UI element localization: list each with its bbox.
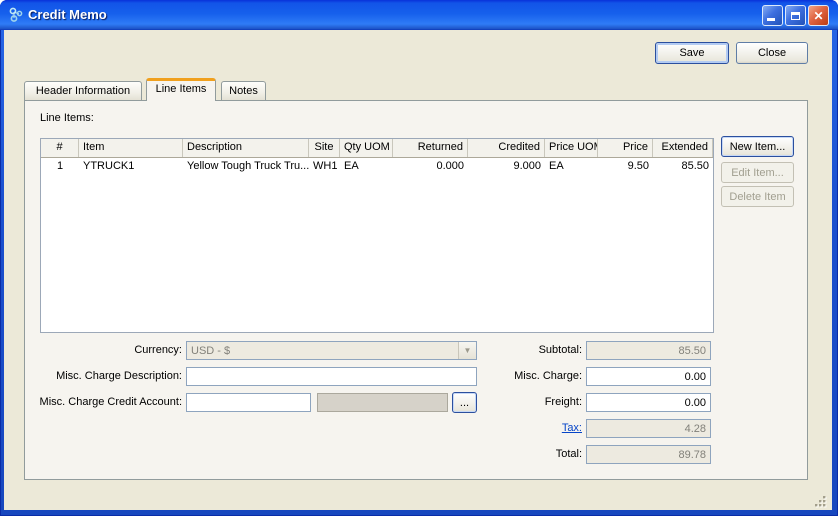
- line-items-section-label: Line Items:: [40, 112, 94, 124]
- close-icon: ✕: [813, 9, 823, 23]
- table-header-row: #ItemDescriptionSiteQty UOMReturnedCredi…: [41, 139, 713, 158]
- column-header-description[interactable]: Description: [183, 139, 309, 157]
- edit-item-button: Edit Item...: [721, 162, 794, 183]
- close-button[interactable]: Close: [736, 42, 808, 64]
- titlebar[interactable]: Credit Memo ✕: [0, 0, 838, 30]
- column-header-price[interactable]: Price: [598, 139, 653, 157]
- column-header-extended[interactable]: Extended: [653, 139, 713, 157]
- tab-line-items[interactable]: Line Items: [146, 78, 216, 101]
- cell-: 1: [41, 158, 79, 176]
- cell-credited: 9.000: [468, 158, 545, 176]
- credit-memo-window: Credit Memo ✕ Save Close Header Informat…: [0, 0, 838, 516]
- cell-qty-uom: EA: [340, 158, 393, 176]
- cell-description: Yellow Tough Truck Tru...: [183, 158, 309, 176]
- column-header-item[interactable]: Item: [79, 139, 183, 157]
- cell-site: WH1: [309, 158, 340, 176]
- misc-charge-field[interactable]: [586, 367, 711, 386]
- freight-field[interactable]: [586, 393, 711, 412]
- total-label: Total:: [430, 448, 582, 460]
- cell-extended: 85.50: [653, 158, 713, 176]
- misc-charge-description-label: Misc. Charge Description:: [24, 370, 182, 382]
- delete-item-button: Delete Item: [721, 186, 794, 207]
- window-title: Credit Memo: [28, 7, 107, 22]
- close-window-button[interactable]: ✕: [808, 5, 829, 26]
- column-header-qty-uom[interactable]: Qty UOM: [340, 139, 393, 157]
- minimize-icon: [767, 18, 775, 21]
- tab-header-information[interactable]: Header Information: [24, 81, 142, 100]
- resize-grip[interactable]: [812, 493, 827, 508]
- save-button[interactable]: Save: [655, 42, 729, 64]
- cell-returned: 0.000: [393, 158, 468, 176]
- table-row[interactable]: 1YTRUCK1Yellow Tough Truck Tru...WH1EA0.…: [41, 158, 713, 176]
- tax-label-link[interactable]: Tax:: [430, 422, 582, 434]
- column-header-price-uom[interactable]: Price UOM: [545, 139, 598, 157]
- tab-notes[interactable]: Notes: [221, 81, 266, 100]
- column-header-returned[interactable]: Returned: [393, 139, 468, 157]
- currency-value: USD - $: [191, 345, 230, 357]
- freight-label: Freight:: [430, 396, 582, 408]
- new-item-button[interactable]: New Item...: [721, 136, 794, 157]
- maximize-icon: [791, 12, 800, 20]
- misc-charge-credit-account-input[interactable]: [186, 393, 311, 412]
- subtotal-label: Subtotal:: [430, 344, 582, 356]
- cell-item: YTRUCK1: [79, 158, 183, 176]
- total-field: 89.78: [586, 445, 711, 464]
- column-header-[interactable]: #: [41, 139, 79, 157]
- tax-field: 4.28: [586, 419, 711, 438]
- column-header-credited[interactable]: Credited: [468, 139, 545, 157]
- column-header-site[interactable]: Site: [309, 139, 340, 157]
- misc-charge-credit-account-label: Misc. Charge Credit Account:: [24, 396, 182, 408]
- subtotal-field: 85.50: [586, 341, 711, 360]
- line-items-table: #ItemDescriptionSiteQty UOMReturnedCredi…: [40, 138, 714, 333]
- currency-label: Currency:: [24, 344, 182, 356]
- cell-price: 9.50: [598, 158, 653, 176]
- maximize-button[interactable]: [785, 5, 806, 26]
- minimize-button[interactable]: [762, 5, 783, 26]
- app-icon: [8, 7, 24, 23]
- cell-price-uom: EA: [545, 158, 598, 176]
- account-description-field: [317, 393, 448, 412]
- misc-charge-label: Misc. Charge:: [430, 370, 582, 382]
